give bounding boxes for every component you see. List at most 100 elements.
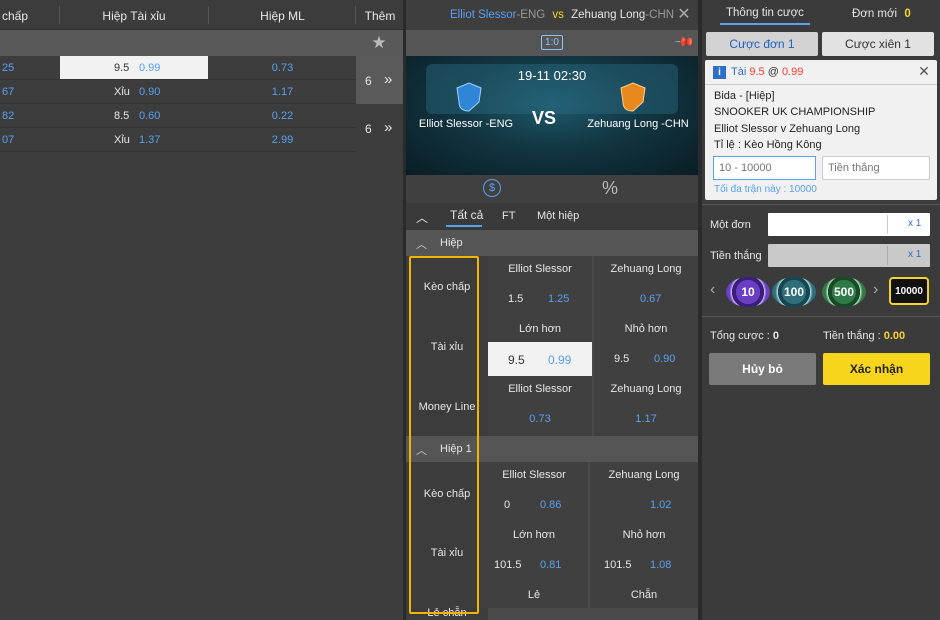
total-stake-value: 0 xyxy=(772,330,780,342)
chevron-right-icon: » xyxy=(384,119,393,136)
selected-odds-cell[interactable]: 9.5 0.99 xyxy=(488,342,592,376)
divider xyxy=(208,6,209,24)
odds-cell[interactable]: 9.5 0.90 xyxy=(594,342,698,376)
chip-10[interactable]: 10 xyxy=(726,277,770,307)
bet-pick: Tài xyxy=(731,66,747,78)
odds-header: chấp Hiệp Tài xỉu Hiệp ML Thêm xyxy=(0,0,403,30)
confirm-button[interactable]: Xác nhận xyxy=(823,353,930,385)
table-row: 25 9.5 0.99 0.73 xyxy=(0,56,356,80)
odds-cell[interactable]: 1.5 1.25 xyxy=(488,282,592,316)
odds-value[interactable]: 67 xyxy=(2,86,14,98)
header-under: Nhỏ hơn xyxy=(622,529,666,541)
handicap-line: 0 xyxy=(504,499,511,511)
close-icon[interactable]: ✕ xyxy=(917,63,931,79)
tab-new-label: Đơn mới xyxy=(852,8,898,20)
percent-icon[interactable]: % xyxy=(602,178,618,199)
score-badge[interactable]: 1:0 xyxy=(541,35,563,50)
odds-value: 0.99 xyxy=(548,353,572,367)
chevron-right-icon[interactable]: › xyxy=(873,281,878,299)
table-row: 67 Xỉu 0.90 1.17 xyxy=(0,80,356,104)
chip-10000[interactable]: 10000 xyxy=(889,277,929,305)
vs-big: VS xyxy=(532,108,557,128)
odds-value[interactable]: 0.73 xyxy=(210,62,355,74)
odds-value[interactable]: 0.22 xyxy=(210,110,355,122)
pin-icon[interactable]: 📌 xyxy=(673,31,695,54)
table-row: 82 8.5 0.60 0.22 xyxy=(0,104,356,128)
star-icon[interactable]: ★ xyxy=(366,33,392,53)
bet-odds: 0.99 xyxy=(781,66,804,78)
market-header-cell: Zehuang Long xyxy=(594,256,698,282)
win-input[interactable] xyxy=(822,156,930,180)
dollar-icon[interactable]: $ xyxy=(483,179,501,197)
header-half-ou: Hiệp Tài xỉu xyxy=(102,9,166,23)
single-bet-tab[interactable]: Cược đơn 1 xyxy=(706,32,818,56)
new-count-badge: 0 xyxy=(904,8,911,20)
odds-value: 0.67 xyxy=(640,293,662,305)
odds-cell[interactable]: 0.67 xyxy=(594,282,698,316)
odds-cell[interactable]: 101.5 0.81 xyxy=(480,548,588,582)
market-header-cell: Zehuang Long xyxy=(594,376,698,402)
bet-league: SNOOKER UK CHAMPIONSHIP xyxy=(714,106,876,118)
odds-value[interactable]: 07 xyxy=(2,134,14,146)
parlay-bet-tab[interactable]: Cược xiên 1 xyxy=(822,32,934,56)
odds-cell[interactable]: 0 0.86 xyxy=(480,488,588,522)
bet-sport: Bida - [Hiệp] xyxy=(714,90,775,102)
tab-all[interactable]: Tất cả xyxy=(450,208,483,222)
odds-value: 1.08 xyxy=(650,559,672,571)
odds-value[interactable]: 1.17 xyxy=(210,86,355,98)
odds-value[interactable]: 0.90 xyxy=(139,86,160,98)
chip-500[interactable]: 500 xyxy=(822,277,866,307)
odds-value[interactable]: 1.37 xyxy=(139,134,160,146)
bet-at: @ xyxy=(767,66,779,78)
divider xyxy=(702,316,940,317)
chevron-up-icon[interactable]: ︿ xyxy=(416,209,428,226)
section-header-half[interactable]: ︿ Hiệp xyxy=(406,230,698,256)
stake-input[interactable] xyxy=(713,156,816,180)
odds-value[interactable]: 2.99 xyxy=(210,134,355,146)
header-handicap: chấp xyxy=(2,9,29,23)
market-header-cell: Elliot Slessor xyxy=(480,462,588,488)
odds-cell[interactable]: 1.02 xyxy=(590,488,698,522)
odds-value[interactable]: 25 xyxy=(2,62,14,74)
odds-cell[interactable]: 1.17 xyxy=(594,402,698,436)
odds-cell[interactable]: 101.5 1.08 xyxy=(590,548,698,582)
odds-value[interactable]: 82 xyxy=(2,110,14,122)
banner-team1-country: -ENG xyxy=(485,118,514,130)
header-more: Thêm xyxy=(364,9,396,23)
single-stake-field[interactable]: x 1 xyxy=(768,213,930,236)
chevron-up-icon: ︿ xyxy=(416,239,427,251)
header-under: Nhỏ hơn xyxy=(624,323,668,335)
bet-selection: Tài 9.5 @ 0.99 xyxy=(731,66,803,78)
header-team1: Elliot Slessor xyxy=(502,469,566,481)
market-header-cell: Elliot Slessor xyxy=(488,376,592,402)
odds-value: 0.81 xyxy=(540,559,562,571)
header-over: Lớn hơn xyxy=(513,529,555,541)
score-bar: 1:0 📌 xyxy=(406,30,698,56)
close-icon[interactable]: ✕ xyxy=(676,6,692,23)
max-stake-note: Tối đa trận này : 10000 xyxy=(714,184,817,195)
odds-value: 0.73 xyxy=(529,413,551,425)
tab-ft[interactable]: FT xyxy=(502,210,515,222)
table-row: 07 Xỉu 1.37 2.99 xyxy=(0,128,356,152)
more-markets-button[interactable]: 6 » xyxy=(356,104,403,152)
ou-line: 9.5 xyxy=(508,353,525,367)
chip-100[interactable]: 100 xyxy=(772,277,816,307)
odds-value[interactable]: 0.60 xyxy=(139,110,160,122)
tab-half[interactable]: Một hiệp xyxy=(537,210,579,222)
tab-bet-info[interactable]: Thông tin cược xyxy=(726,7,804,19)
selected-odds-cell[interactable]: 9.5 0.99 xyxy=(60,56,208,79)
bet-match: Elliot Slessor v Zehuang Long xyxy=(714,123,861,135)
handicap-line: 1.5 xyxy=(508,293,524,305)
divider xyxy=(702,204,940,205)
section-title: Hiệp xyxy=(440,237,463,249)
odds-cell[interactable]: 0.73 xyxy=(488,402,592,436)
view-switch-bar: $ % xyxy=(406,175,698,203)
cancel-button[interactable]: Hủy bỏ xyxy=(709,353,816,385)
chevron-left-icon[interactable]: ‹ xyxy=(710,281,715,299)
team2-shield-icon xyxy=(620,82,646,112)
win-label: Tiền thắng xyxy=(710,250,762,262)
more-markets-button[interactable]: 6 » xyxy=(356,56,403,104)
market-header-cell: Lẻ xyxy=(480,582,588,608)
odds-type: Tỉ lệ : Kèo Hồng Kông xyxy=(714,139,822,151)
tab-new-bets[interactable]: Đơn mới 0 xyxy=(852,8,911,20)
